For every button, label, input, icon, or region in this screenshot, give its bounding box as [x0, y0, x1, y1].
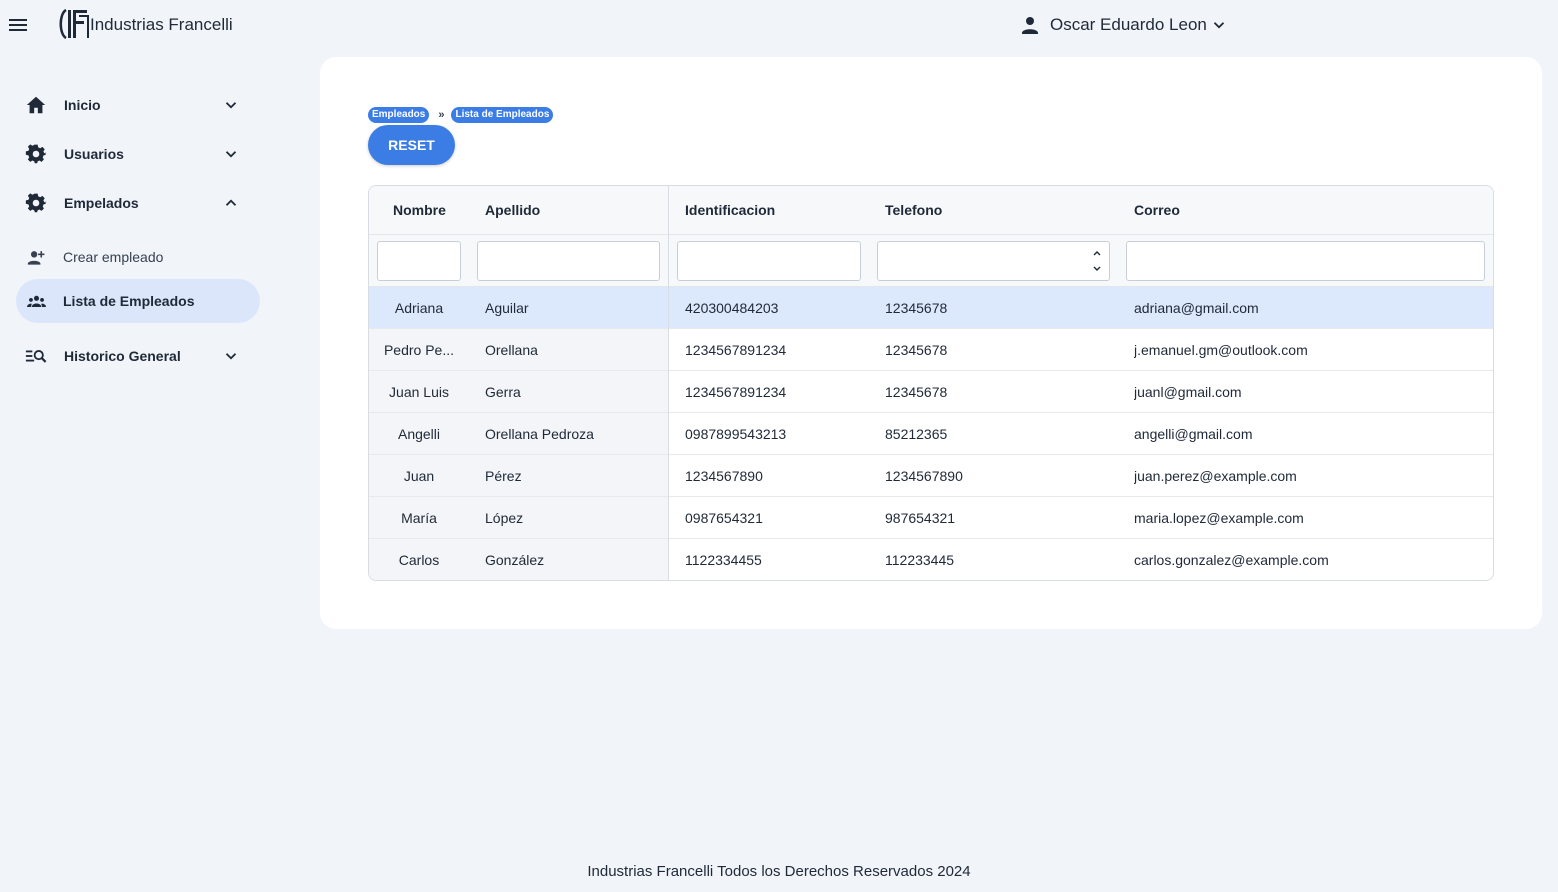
cell-nombre: Juan: [403, 468, 435, 484]
person-icon: [1022, 17, 1038, 34]
cell-apellido: Gerra: [485, 384, 521, 400]
cell-telefono: 112233445: [885, 552, 955, 568]
cell-nombre: María: [401, 510, 437, 526]
cell-correo: juan.perez@example.com: [1134, 468, 1297, 484]
breadcrumb-empleados[interactable]: Empleados: [368, 107, 430, 123]
sidebar-item-lista-de-empleados[interactable]: Lista de Empleados: [16, 279, 260, 323]
cell-apellido: López: [485, 510, 524, 526]
sidebar-item-label: Historico General: [64, 348, 181, 364]
table-row[interactable]: Juan Luis Gerra 1234567891234 12345678 juanl…: [369, 371, 1493, 413]
cell-nombre: Adriana: [394, 300, 444, 316]
cell-apellido: Aguilar: [485, 300, 529, 316]
cell-telefono: 12345678: [885, 384, 948, 400]
number-spinner-icon[interactable]: [1092, 247, 1102, 275]
logo-icon: [59, 8, 89, 40]
table-row[interactable]: Juan Pérez 1234567890 1234567890 juan.perez@…: [369, 455, 1493, 497]
cell-identificacion: 1234567891234: [685, 384, 787, 400]
chevron-down-icon: [225, 353, 237, 360]
cell-apellido: Orellana: [485, 342, 538, 358]
sidebar-item-label: Usuarios: [64, 146, 124, 162]
cell-nombre: Carlos: [398, 552, 440, 568]
cell-identificacion: 1122334455: [685, 552, 762, 568]
cell-telefono: 85212365: [885, 426, 948, 442]
cell-telefono: 987654321: [885, 510, 956, 526]
brand-name: Industrias Francelli: [90, 15, 233, 34]
cell-telefono: 12345678: [885, 300, 948, 316]
menu-icon[interactable]: [6, 13, 30, 37]
chevron-down-icon: [225, 102, 237, 109]
cell-nombre: Angelli: [397, 426, 441, 442]
sidebar-item-usuarios[interactable]: Usuarios: [16, 132, 260, 176]
cell-correo: juanl@gmail.com: [1134, 384, 1242, 400]
cell-apellido: Pérez: [485, 468, 522, 484]
pinned-column-divider: [668, 186, 669, 580]
sidebar-item-label: Lista de Empleados: [63, 293, 195, 309]
cell-correo: angelli@gmail.com: [1134, 426, 1253, 442]
table-row[interactable]: Angelli Orellana Pedroza 0987899543213 8521…: [369, 413, 1493, 455]
person-add-icon: [27, 251, 45, 265]
cell-correo: carlos.gonzalez@example.com: [1134, 552, 1329, 568]
sidebar-item-label: Crear empleado: [63, 249, 164, 265]
sidebar-item-inicio[interactable]: Inicio: [16, 83, 260, 127]
sidebar-item-crear-empleado[interactable]: Crear empleado: [16, 235, 260, 279]
reset-button[interactable]: RESET: [368, 125, 455, 165]
column-header-correo[interactable]: Correo: [1134, 202, 1180, 218]
table-row[interactable]: María López 0987654321 987654321 maria.lopez…: [369, 497, 1493, 539]
content-card: Empleados » Lista de Empleados RESET Nom…: [320, 57, 1542, 629]
filter-telefono-input[interactable]: [877, 241, 1110, 281]
top-bar: Industrias Francelli Oscar Eduardo Leon: [0, 0, 1558, 50]
filter-nombre-input[interactable]: [377, 241, 461, 281]
sidebar-item-empelados[interactable]: Empelados: [16, 181, 260, 225]
sidebar-item-label: Inicio: [64, 97, 101, 113]
user-name: Oscar Eduardo Leon: [1050, 15, 1207, 34]
breadcrumb-separator: »: [438, 109, 445, 121]
cell-telefono: 1234567890: [885, 468, 963, 484]
cell-apellido: González: [485, 552, 545, 568]
filter-correo-input[interactable]: [1126, 241, 1485, 281]
gear-icon: [25, 193, 47, 213]
cell-identificacion: 1234567890: [685, 468, 763, 484]
chevron-down-icon: [1213, 22, 1225, 29]
cell-apellido: Orellana Pedroza: [485, 426, 594, 442]
filter-identificacion-input[interactable]: [677, 241, 861, 281]
column-header-nombre[interactable]: Nombre: [393, 202, 446, 218]
column-header-telefono[interactable]: Telefono: [885, 202, 942, 218]
table-row[interactable]: Pedro Pe... Orellana 1234567891234 12345678…: [369, 329, 1493, 371]
table-row[interactable]: Adriana Aguilar 420300484203 12345678 adrian…: [369, 287, 1493, 329]
people-icon: [27, 295, 46, 308]
chevron-down-icon: [225, 151, 237, 158]
cell-identificacion: 0987899543213: [685, 426, 787, 442]
sidebar-item-label: Empelados: [64, 195, 139, 211]
footer-text: Industrias Francelli Todos los Derechos …: [587, 863, 971, 880]
breadcrumb-lista-de-empleados[interactable]: Lista de Empleados: [451, 107, 554, 123]
list-search-icon: [25, 350, 47, 363]
gear-icon: [25, 144, 47, 164]
table-row[interactable]: Carlos González 1122334455 112233445 carlos.…: [369, 539, 1493, 580]
home-icon: [26, 96, 46, 114]
cell-identificacion: 0987654321: [685, 510, 763, 526]
filter-row: [369, 235, 1493, 287]
sidebar-item-historico-general[interactable]: Historico General: [16, 334, 260, 378]
cell-telefono: 12345678: [885, 342, 948, 358]
cell-correo: j.emanuel.gm@outlook.com: [1134, 342, 1308, 358]
cell-identificacion: 420300484203: [685, 300, 779, 316]
filter-telefono-field: [877, 241, 1110, 281]
user-menu[interactable]: Oscar Eduardo Leon: [1018, 12, 1228, 38]
column-header-apellido[interactable]: Apellido: [485, 202, 540, 218]
column-header-identificacion[interactable]: Identificacion: [685, 202, 775, 218]
table-header: Nombre Apellido Identificacion Telefono …: [369, 186, 1493, 235]
cell-nombre: Juan Luis: [389, 384, 449, 400]
cell-nombre: Pedro Pe...: [383, 342, 455, 358]
cell-identificacion: 1234567891234: [685, 342, 787, 358]
employees-table: Nombre Apellido Identificacion Telefono …: [368, 185, 1494, 581]
cell-correo: adriana@gmail.com: [1134, 300, 1259, 316]
cell-correo: maria.lopez@example.com: [1134, 510, 1304, 526]
chevron-up-icon: [225, 199, 237, 206]
filter-apellido-input[interactable]: [477, 241, 660, 281]
breadcrumb: Empleados » Lista de Empleados: [368, 107, 554, 123]
